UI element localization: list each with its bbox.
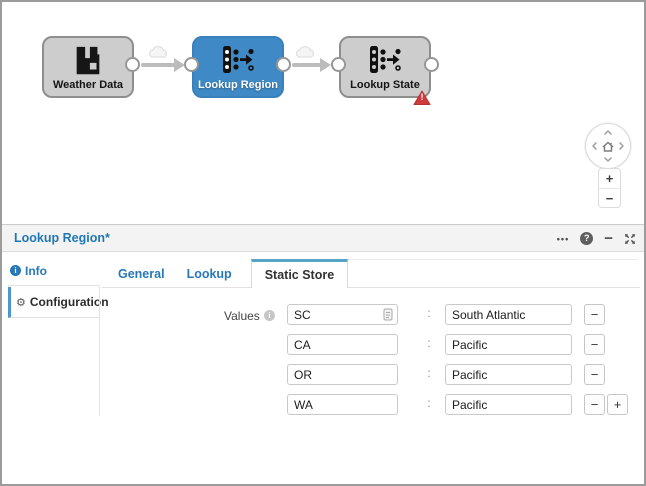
lookup-icon — [367, 44, 403, 81]
value-input[interactable] — [445, 334, 572, 355]
node-weather-data[interactable]: Weather Data — [42, 36, 134, 98]
remove-row-button[interactable]: − — [584, 304, 605, 325]
sidebar-item-label: Info — [25, 263, 47, 278]
tab-static-store[interactable]: Static Store — [250, 259, 349, 288]
value-row: : − — [2, 304, 644, 327]
value-input[interactable] — [445, 304, 572, 325]
config-tabs: General Lookup Static Store — [107, 259, 349, 288]
key-value-separator: : — [427, 306, 431, 320]
key-input[interactable] — [287, 304, 398, 325]
sidebar-item-info[interactable]: i Info — [8, 256, 99, 286]
lookup-icon — [220, 44, 256, 81]
input-port-lookup-state[interactable] — [331, 57, 346, 72]
remove-row-button[interactable]: − — [584, 394, 605, 415]
value-row: : − — [2, 364, 644, 387]
key-input[interactable] — [287, 394, 398, 415]
config-panel: Lookup Region* ••• ? − i Info ⚙ Configur… — [2, 224, 644, 484]
value-row: : − + — [2, 394, 644, 417]
node-label: Weather Data — [52, 79, 124, 91]
config-panel-body: i Info ⚙ Configuration General Lookup St… — [2, 253, 644, 484]
tab-lookup[interactable]: Lookup — [176, 259, 243, 288]
input-port-lookup-region[interactable] — [184, 57, 199, 72]
zoom-out-button[interactable]: − — [599, 188, 620, 207]
home-icon — [602, 141, 614, 152]
expand-icon[interactable] — [624, 233, 636, 245]
value-input[interactable] — [445, 394, 572, 415]
more-options-icon[interactable]: ••• — [557, 234, 569, 244]
key-input[interactable] — [287, 364, 398, 385]
canvas-nav-pad[interactable] — [585, 123, 631, 169]
weather-source-icon — [71, 44, 105, 83]
node-lookup-state[interactable]: Lookup State ! — [339, 36, 431, 105]
value-input[interactable] — [445, 364, 572, 385]
key-value-separator: : — [427, 366, 431, 380]
node-lookup-region[interactable]: Lookup Region — [192, 36, 284, 98]
stream-cloud-icon — [148, 45, 170, 65]
key-value-separator: : — [427, 396, 431, 410]
value-row: : − — [2, 334, 644, 357]
pipeline-canvas[interactable]: Weather Data Lookup Region Lookup State … — [2, 2, 644, 222]
canvas-zoom-control: + − — [598, 168, 621, 208]
error-warning-icon[interactable]: ! — [413, 90, 431, 106]
info-icon: i — [10, 265, 21, 276]
add-row-button[interactable]: + — [607, 394, 628, 415]
panel-title: Lookup Region* — [14, 231, 110, 245]
app-window: Weather Data Lookup Region Lookup State … — [0, 0, 646, 486]
pan-left-icon — [592, 142, 597, 150]
stream-cloud-icon — [295, 45, 317, 65]
help-icon[interactable]: ? — [580, 232, 594, 245]
pan-up-icon — [604, 130, 612, 135]
suggest-icon[interactable] — [383, 308, 393, 326]
remove-row-button[interactable]: − — [584, 364, 605, 385]
output-port-weather-data[interactable] — [125, 57, 140, 72]
key-input[interactable] — [287, 334, 398, 355]
node-label: Lookup Region — [197, 79, 279, 91]
output-port-lookup-region[interactable] — [276, 57, 291, 72]
remove-row-button[interactable]: − — [584, 334, 605, 355]
output-port-lookup-state[interactable] — [424, 57, 439, 72]
minimize-icon[interactable]: − — [604, 231, 613, 246]
config-panel-header: Lookup Region* ••• ? − — [2, 225, 644, 252]
tab-general[interactable]: General — [107, 259, 176, 288]
key-value-separator: : — [427, 336, 431, 350]
zoom-in-button[interactable]: + — [599, 169, 620, 188]
pan-right-icon — [619, 142, 624, 150]
pan-down-icon — [604, 157, 612, 162]
